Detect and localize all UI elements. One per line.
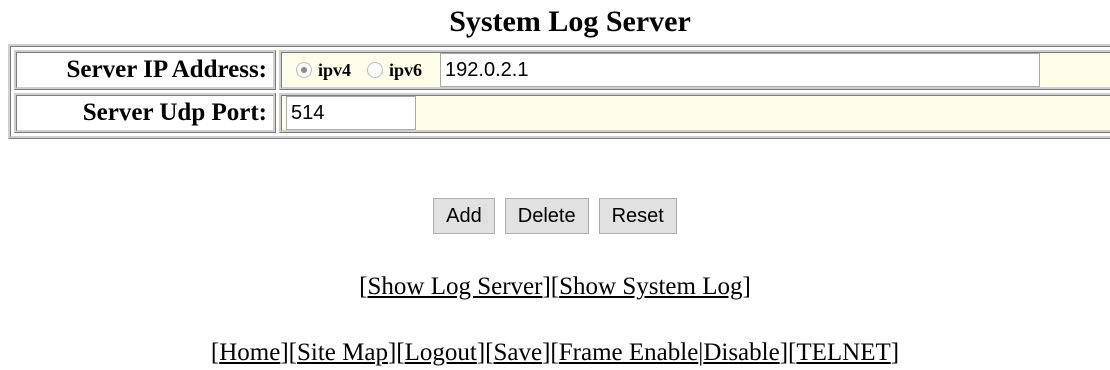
server-ip-cell: ipv4 ipv6 192.0.2.1 xyxy=(279,50,1110,90)
site-map-link[interactable]: Site Map xyxy=(297,339,388,366)
server-udp-port-label: Server Udp Port: xyxy=(14,93,276,133)
server-udp-port-input[interactable]: 514 xyxy=(286,96,416,130)
action-buttons: Add Delete Reset xyxy=(0,198,1110,234)
frame-enable-link[interactable]: Frame Enable xyxy=(559,339,699,366)
telnet-link[interactable]: TELNET xyxy=(796,339,890,366)
ipv6-radio-label: ipv6 xyxy=(389,59,423,80)
footer-nav-links: [Home][Site Map][Logout][Save][Frame Ena… xyxy=(210,339,900,366)
ip-address-row: Server IP Address: ipv4 ipv6 192.0.2.1 xyxy=(14,50,1110,90)
add-button[interactable]: Add xyxy=(433,198,495,234)
reset-button[interactable]: Reset xyxy=(598,198,677,234)
server-ip-label: Server IP Address: xyxy=(14,50,276,90)
page-title: System Log Server xyxy=(449,5,691,38)
home-link[interactable]: Home xyxy=(219,339,280,366)
log-links: [Show Log Server][Show System Log] xyxy=(359,273,751,300)
show-system-log-link[interactable]: Show System Log xyxy=(559,273,742,300)
ipv4-radio[interactable] xyxy=(296,62,312,78)
delete-button[interactable]: Delete xyxy=(504,198,589,234)
udp-port-row: Server Udp Port: 514 xyxy=(14,93,1110,133)
page: System Log Server Server IP Address: ipv… xyxy=(0,0,1110,370)
logout-link[interactable]: Logout xyxy=(405,339,477,366)
server-udp-port-cell: 514 xyxy=(279,93,1110,133)
ipv6-radio[interactable] xyxy=(367,62,384,78)
log-server-form: Server IP Address: ipv4 ipv6 192.0.2.1 Ser… xyxy=(8,44,1110,139)
save-link[interactable]: Save xyxy=(494,339,543,366)
frame-disable-link[interactable]: Disable xyxy=(703,339,779,366)
show-log-server-link[interactable]: Show Log Server xyxy=(368,273,543,300)
server-ip-input[interactable]: 192.0.2.1 xyxy=(440,53,1041,87)
ipv4-radio-label: ipv4 xyxy=(318,59,352,80)
